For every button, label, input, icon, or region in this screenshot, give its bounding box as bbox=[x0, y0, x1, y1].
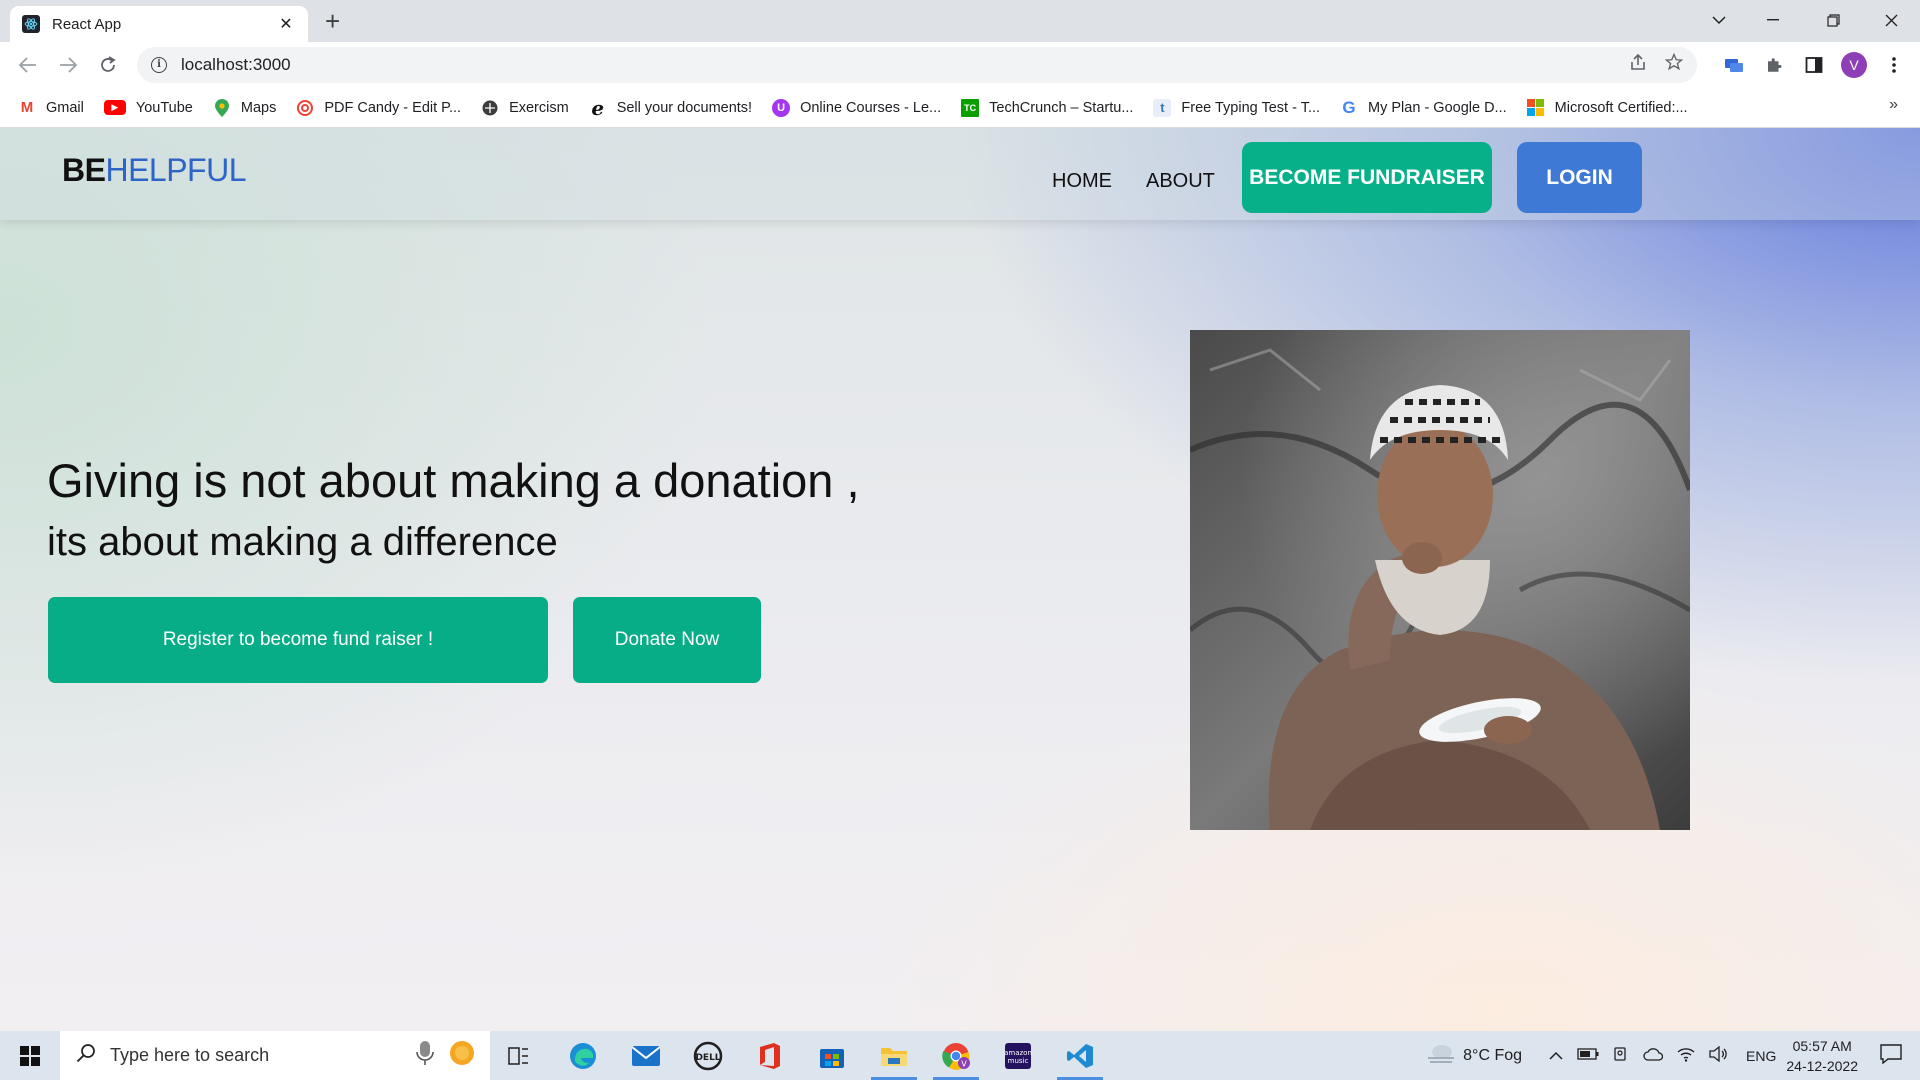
bookmark-maps[interactable]: Maps bbox=[213, 98, 276, 117]
bookmark-youtube[interactable]: ▶ YouTube bbox=[103, 100, 193, 116]
bookmark-star-icon[interactable] bbox=[1664, 52, 1684, 77]
search-icon bbox=[76, 1043, 96, 1069]
wifi-icon[interactable] bbox=[1677, 1046, 1695, 1066]
extensions-puzzle-icon[interactable] bbox=[1754, 45, 1794, 85]
search-highlight-icon[interactable] bbox=[446, 1037, 478, 1074]
language-indicator[interactable]: ENG bbox=[1746, 1048, 1776, 1064]
nav-about-link[interactable]: ABOUT bbox=[1146, 170, 1215, 193]
google-icon: G bbox=[1342, 97, 1356, 117]
dell-icon[interactable]: DELL bbox=[679, 1031, 737, 1080]
meet-camera-icon[interactable] bbox=[1613, 1046, 1629, 1066]
browser-toolbar: i localhost:3000 V bbox=[0, 42, 1920, 88]
bookmark-microsoft-certified[interactable]: Microsoft Certified:... bbox=[1527, 99, 1688, 117]
weather-fog-icon[interactable] bbox=[1426, 1043, 1456, 1069]
site-info-icon[interactable]: i bbox=[151, 57, 167, 73]
vscode-icon[interactable] bbox=[1051, 1031, 1109, 1080]
edocs-icon: e bbox=[591, 95, 605, 120]
side-panel-icon[interactable] bbox=[1794, 45, 1834, 85]
back-icon[interactable] bbox=[8, 45, 48, 85]
browser-tab-strip: React App ✕ + bbox=[0, 0, 1920, 42]
gmail-icon: M bbox=[18, 98, 36, 117]
tab-title: React App bbox=[52, 15, 122, 33]
close-window-icon[interactable] bbox=[1868, 5, 1914, 35]
bookmark-typing-test[interactable]: t Free Typing Test - T... bbox=[1153, 98, 1320, 117]
hero-photo-elderly-man bbox=[1190, 330, 1690, 830]
exercism-icon bbox=[481, 99, 499, 117]
svg-text:amazon: amazon bbox=[1004, 1049, 1032, 1057]
chrome-icon[interactable]: V bbox=[927, 1031, 985, 1080]
show-hidden-icons-chevron-icon[interactable] bbox=[1549, 1047, 1563, 1064]
youtube-icon: ▶ bbox=[103, 100, 126, 115]
bookmark-techcrunch[interactable]: TC TechCrunch – Startu... bbox=[961, 98, 1133, 117]
become-fundraiser-button[interactable]: BECOME FUNDRAISER bbox=[1242, 142, 1492, 213]
taskbar-search-box[interactable]: Type here to search bbox=[60, 1031, 490, 1080]
onedrive-cloud-icon[interactable] bbox=[1643, 1047, 1664, 1065]
bookmark-exercism[interactable]: Exercism bbox=[481, 99, 569, 117]
restore-icon[interactable] bbox=[1810, 5, 1856, 35]
extension-chat-icon[interactable] bbox=[1714, 45, 1754, 85]
task-view-icon[interactable] bbox=[490, 1031, 548, 1080]
svg-text:V: V bbox=[961, 1059, 967, 1068]
hero-heading: Giving is not about making a donation , bbox=[47, 454, 860, 507]
login-button[interactable]: LOGIN bbox=[1517, 142, 1642, 213]
techcrunch-icon: TC bbox=[961, 98, 980, 117]
register-fundraiser-button[interactable]: Register to become fund raiser ! bbox=[48, 597, 548, 683]
bookmark-online-courses[interactable]: U Online Courses - Le... bbox=[772, 98, 941, 117]
bookmark-sell-documents[interactable]: e Sell your documents! bbox=[589, 95, 752, 120]
bookmarks-overflow-icon[interactable]: » bbox=[1889, 96, 1898, 114]
windows-start-icon[interactable] bbox=[0, 1031, 60, 1080]
address-bar[interactable]: i localhost:3000 bbox=[137, 47, 1697, 83]
microphone-icon[interactable] bbox=[416, 1040, 434, 1071]
clock-date: 24-12-2022 bbox=[1786, 1057, 1858, 1074]
system-clock[interactable]: 05:57 AM 24-12-2022 bbox=[1786, 1036, 1858, 1076]
system-tray: 8°C Fog ENG 05:57 AM 24-12-2022 bbox=[1419, 1031, 1920, 1080]
notification-center-icon[interactable] bbox=[1880, 1043, 1902, 1068]
minimize-icon[interactable] bbox=[1750, 5, 1796, 35]
svg-text:DELL: DELL bbox=[695, 1053, 720, 1063]
search-placeholder: Type here to search bbox=[110, 1045, 270, 1065]
volume-icon[interactable] bbox=[1709, 1045, 1727, 1066]
windows-taskbar: Type here to search DELL V amazonmusic bbox=[0, 1031, 1920, 1080]
hero-subheading: its about making a difference bbox=[47, 520, 558, 564]
reload-icon[interactable] bbox=[88, 45, 128, 85]
site-navbar: BEHELPFUL HOME ABOUT BECOME FUNDRAISER L… bbox=[0, 128, 1920, 220]
forward-icon[interactable] bbox=[48, 45, 88, 85]
maps-icon bbox=[213, 98, 231, 117]
svg-text:music: music bbox=[1008, 1057, 1029, 1065]
browser-tab[interactable]: React App ✕ bbox=[10, 6, 308, 42]
profile-avatar[interactable]: V bbox=[1834, 45, 1874, 85]
react-logo-icon bbox=[22, 15, 40, 33]
udemy-icon: U bbox=[772, 98, 791, 117]
web-page: BEHELPFUL HOME ABOUT BECOME FUNDRAISER L… bbox=[0, 128, 1920, 1031]
amazon-music-icon[interactable]: amazon music bbox=[989, 1031, 1047, 1080]
donate-now-button[interactable]: Donate Now bbox=[573, 597, 761, 683]
pdf-candy-icon bbox=[296, 99, 314, 117]
bookmarks-bar: M Gmail ▶ YouTube Maps PDF Candy - Edit … bbox=[0, 88, 1920, 128]
weather-text[interactable]: 8°C Fog bbox=[1463, 1047, 1522, 1065]
tab-search-chevron-icon[interactable] bbox=[1696, 5, 1742, 35]
battery-icon[interactable] bbox=[1577, 1047, 1599, 1064]
new-tab-button[interactable]: + bbox=[325, 7, 340, 35]
typing-test-icon: t bbox=[1153, 98, 1172, 117]
bookmark-pdf-candy[interactable]: PDF Candy - Edit P... bbox=[296, 99, 461, 117]
file-explorer-icon[interactable] bbox=[865, 1031, 923, 1080]
clock-time: 05:57 AM bbox=[1792, 1037, 1852, 1054]
tab-close-icon[interactable]: ✕ bbox=[276, 14, 296, 34]
microsoft-icon bbox=[1527, 99, 1545, 117]
bookmark-gmail[interactable]: M Gmail bbox=[18, 98, 84, 117]
url-text[interactable]: localhost:3000 bbox=[181, 55, 1611, 75]
bookmark-my-plan[interactable]: G My Plan - Google D... bbox=[1340, 97, 1506, 117]
browser-menu-icon[interactable] bbox=[1874, 45, 1914, 85]
site-logo[interactable]: BEHELPFUL bbox=[62, 152, 246, 189]
nav-home-link[interactable]: HOME bbox=[1052, 170, 1112, 193]
mail-icon[interactable] bbox=[617, 1031, 675, 1080]
office-icon[interactable] bbox=[741, 1031, 799, 1080]
edge-browser-icon[interactable] bbox=[554, 1031, 612, 1080]
share-icon[interactable] bbox=[1629, 53, 1647, 77]
store-icon[interactable] bbox=[803, 1031, 861, 1080]
